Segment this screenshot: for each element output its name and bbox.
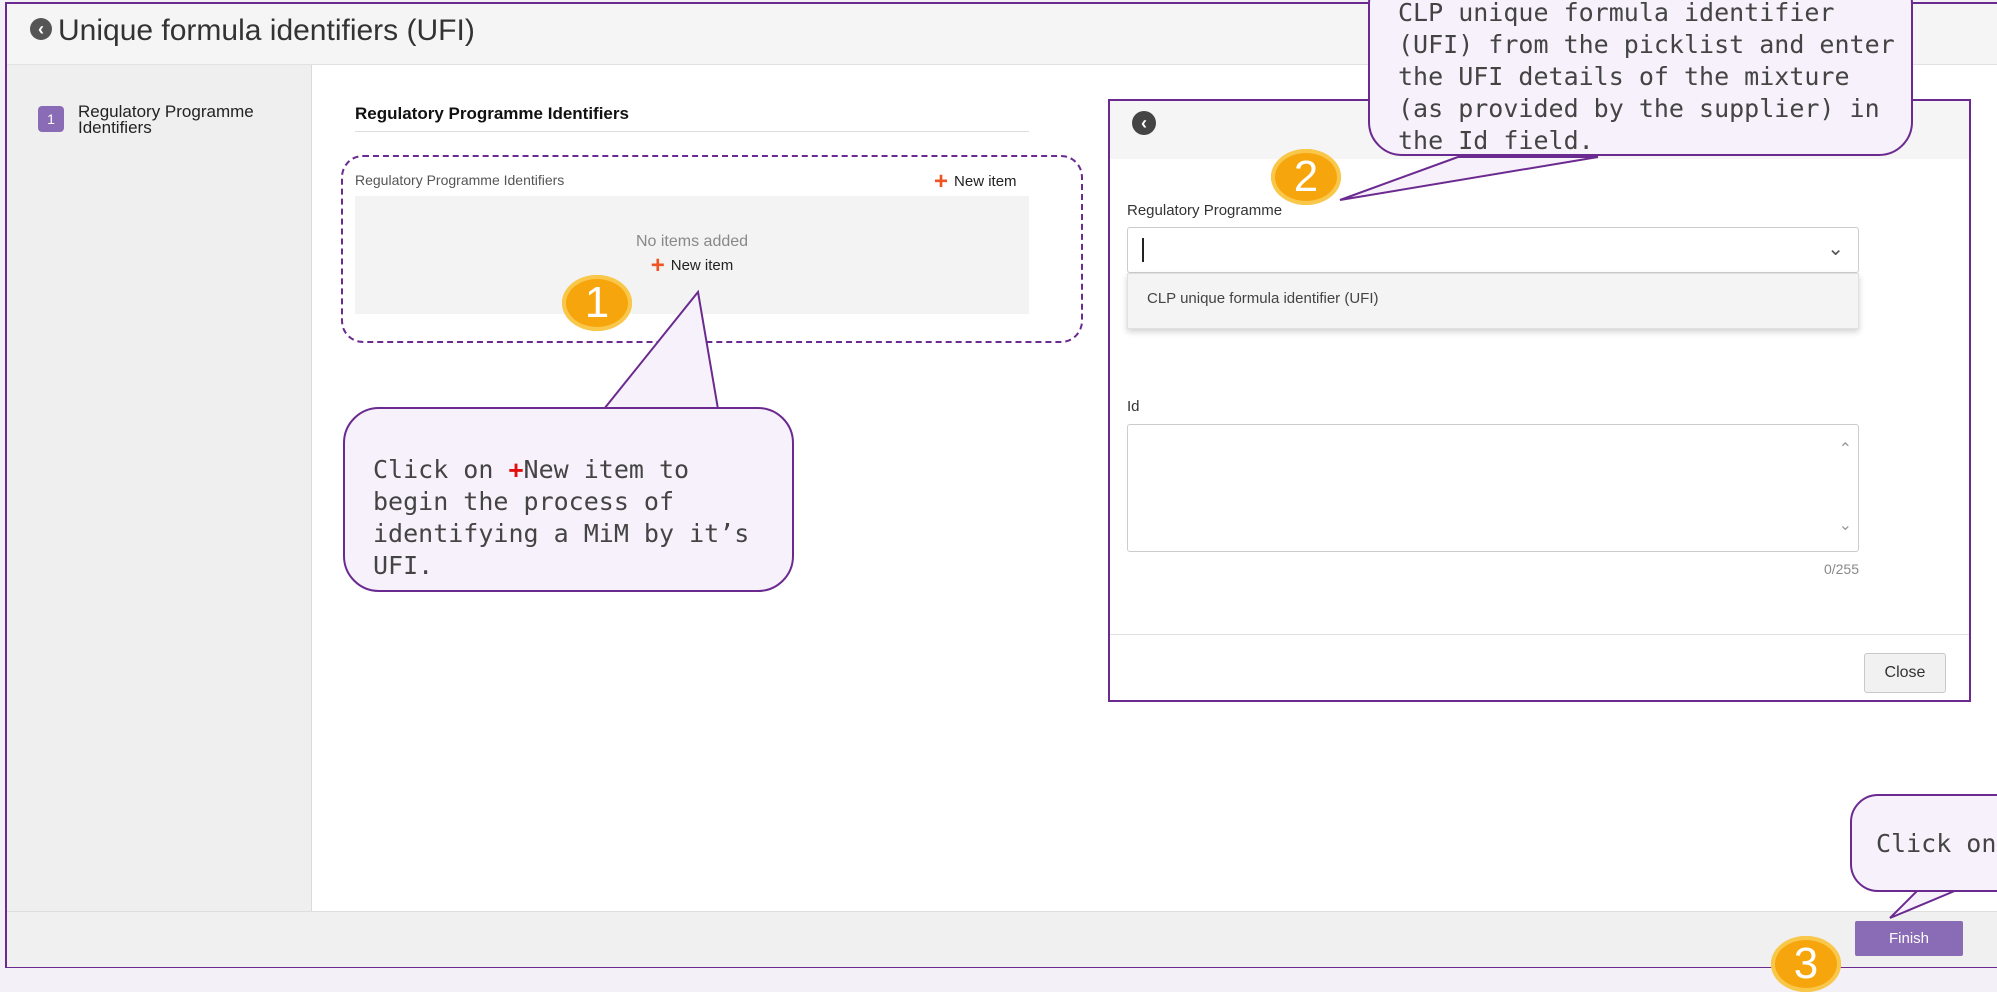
callout-step-1: Click on +New item to begin the process …	[343, 407, 794, 592]
callout-3-tail	[1889, 889, 1958, 919]
step-badge-1: 1	[562, 275, 632, 331]
callout-2-text: CLP unique formula identifier (UFI) from…	[1398, 0, 1895, 155]
callout-2-tail	[1339, 156, 1599, 201]
callout-3-text: Click on F	[1876, 829, 1997, 858]
callout-1-plus: +	[508, 455, 524, 484]
callout-step-3: Click on F	[1850, 794, 1997, 892]
step-badge-2: 2	[1271, 149, 1341, 205]
step-badge-3: 3	[1771, 936, 1841, 992]
callout-1-text-prefix: Click on	[373, 455, 509, 484]
